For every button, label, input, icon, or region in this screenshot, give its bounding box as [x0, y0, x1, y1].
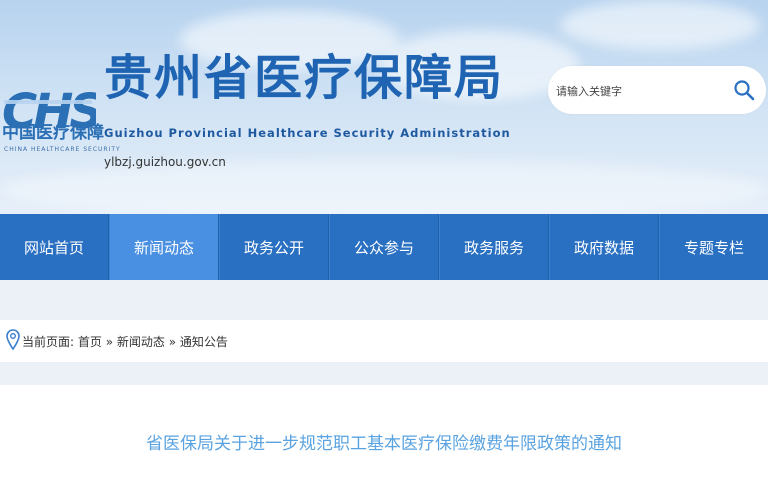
nav-item-home[interactable]: 网站首页 [0, 214, 109, 280]
search-box [548, 66, 766, 114]
search-input[interactable] [554, 76, 728, 106]
cloud-decoration [560, 0, 760, 50]
breadcrumb: 当前页面: 首页 » 新闻动态 » 通知公告 [0, 320, 768, 362]
breadcrumb-home-link[interactable]: 首页 [78, 335, 102, 349]
nav-item-gov-affairs[interactable]: 政务公开 [219, 214, 329, 280]
breadcrumb-prefix: 当前页面: [22, 335, 75, 349]
breadcrumb-separator: » [105, 335, 114, 349]
nav-item-gov-services[interactable]: 政务服务 [439, 214, 549, 280]
site-title: 贵州省医疗保障局 [104, 50, 505, 106]
breadcrumb-trail: 当前页面: 首页 » 新闻动态 » 通知公告 [22, 333, 228, 350]
search-icon[interactable] [732, 78, 756, 102]
nav-item-gov-data[interactable]: 政府数据 [549, 214, 659, 280]
article-title: 省医保局关于进一步规范职工基本医疗保险缴费年限政策的通知 [146, 434, 622, 454]
nav-item-news[interactable]: 新闻动态 [109, 214, 219, 280]
chs-logo-icon: CHS [2, 84, 96, 140]
article-content: 省医保局关于进一步规范职工基本医疗保险缴费年限政策的通知 [0, 385, 768, 484]
nav-item-public-participation[interactable]: 公众参与 [329, 214, 439, 280]
site-header: CHS 中国医疗保障 CHINA HEALTHCARE SECURITY 贵州省… [0, 0, 768, 214]
location-pin-icon [6, 329, 20, 351]
site-url: ylbzj.guizhou.gov.cn [104, 155, 226, 169]
logo-cn-text: 中国医疗保障 [2, 123, 104, 143]
main-nav: 网站首页 新闻动态 政务公开 公众参与 政务服务 政府数据 专题专栏 [0, 214, 768, 280]
breadcrumb-separator: » [168, 335, 177, 349]
nav-item-special-topics[interactable]: 专题专栏 [659, 214, 768, 280]
breadcrumb-news-link[interactable]: 新闻动态 [117, 335, 165, 349]
logo-en-text: CHINA HEALTHCARE SECURITY [4, 146, 121, 153]
breadcrumb-notice-link[interactable]: 通知公告 [180, 335, 228, 349]
site-title-en: Guizhou Provincial Healthcare Security A… [104, 126, 511, 140]
